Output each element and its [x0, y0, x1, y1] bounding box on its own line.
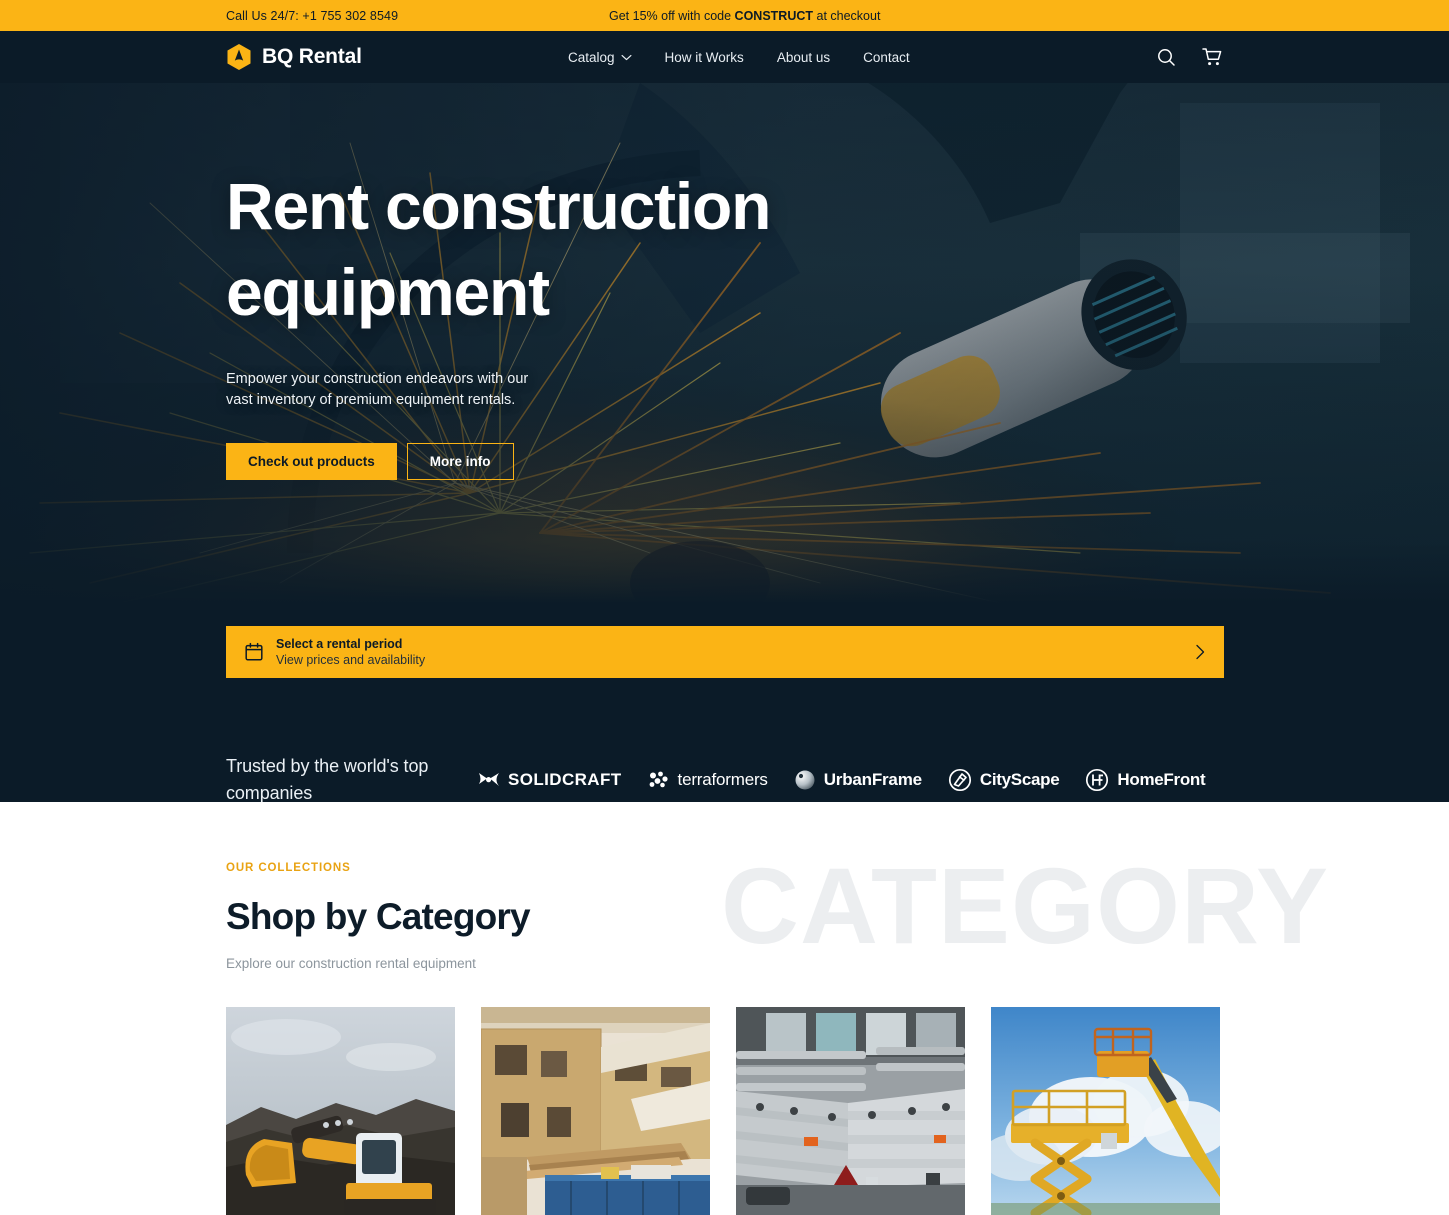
hero-content: Rent construction equipment Empower your …	[226, 83, 1226, 480]
hero-section: Rent construction equipment Empower your …	[0, 83, 1449, 802]
chevron-right-icon	[1196, 644, 1205, 660]
hero-title-line1: Rent construction	[226, 169, 771, 243]
site-header: BQ Rental Catalog How it Works About us …	[0, 31, 1449, 83]
category-watermark: CATEGORY	[720, 845, 1329, 966]
brand-name: BQ Rental	[262, 45, 362, 68]
collections-title: Shop by Category	[226, 896, 531, 937]
announcement-phone: Call Us 24/7: +1 755 302 8549	[226, 8, 399, 23]
hero-buttons: Check out products More info	[226, 443, 1226, 480]
excavator-category-card[interactable]	[226, 1007, 455, 1215]
rental-banner-title: Select a rental period	[276, 637, 403, 651]
main-nav: Catalog How it Works About us Contact	[568, 50, 910, 65]
partner-name-cityscape: CityScape	[979, 770, 1060, 789]
promo-prefix: Get 15% off with code	[609, 8, 735, 23]
trusted-by-label: Trusted by the world's top companies	[226, 756, 429, 802]
cart-icon[interactable]	[1202, 47, 1223, 67]
trailer-category-card[interactable]	[736, 1007, 965, 1215]
chevron-down-icon	[621, 54, 632, 60]
brand-logo[interactable]: BQ Rental	[226, 43, 362, 71]
partner-logos: SOLIDCRAFT terraformers UrbanFrame CityS…	[478, 768, 1206, 792]
partner-logo-solidcraft: SOLIDCRAFT	[478, 770, 622, 790]
search-icon[interactable]	[1156, 47, 1176, 67]
page-root: Call Us 24/7: +1 755 302 8549 Get 15% of…	[0, 0, 1449, 1215]
announcement-promo: Get 15% off with code CONSTRUCT at check…	[609, 9, 880, 23]
nav-label-how-it-works: How it Works	[664, 49, 744, 65]
collections-eyebrow: OUR COLLECTIONS	[226, 862, 351, 874]
collections-subtitle: Explore our construction rental equipmen…	[226, 956, 476, 971]
hero-title-line2: equipment	[226, 255, 550, 329]
rental-banner-subtitle: View prices and availability	[276, 653, 426, 667]
lift-category-card[interactable]	[991, 1007, 1220, 1215]
nav-item-about-us[interactable]: About us	[777, 50, 830, 65]
category-cards	[226, 1007, 1220, 1215]
promo-suffix: at checkout	[813, 8, 881, 23]
partner-logo-homefront: HomeFront	[1085, 768, 1206, 792]
nav-item-how-it-works[interactable]: How it Works	[665, 50, 744, 65]
trusted-by-section: Trusted by the world's top companies SOL…	[226, 753, 1206, 802]
partner-name-solidcraft: SOLIDCRAFT	[508, 770, 622, 789]
nav-label-contact: Contact	[863, 49, 910, 65]
solidcraft-mark-icon	[479, 773, 499, 786]
more-info-button[interactable]: More info	[406, 443, 514, 480]
header-actions	[1156, 47, 1223, 67]
rental-banner-texts: Select a rental period View prices and a…	[276, 637, 425, 667]
promo-code: CONSTRUCT	[734, 8, 814, 23]
homefront-mark-icon	[1086, 768, 1109, 792]
nav-item-contact[interactable]: Contact	[863, 50, 910, 65]
announcement-bar: Call Us 24/7: +1 755 302 8549 Get 15% of…	[0, 0, 1449, 31]
nav-item-catalog[interactable]: Catalog	[568, 50, 632, 65]
timber-framing-category-card[interactable]	[481, 1007, 710, 1215]
partner-name-homefront: HomeFront	[1117, 770, 1206, 789]
partner-name-urbanframe: UrbanFrame	[823, 770, 922, 789]
rental-period-banner[interactable]: Select a rental period View prices and a…	[226, 626, 1224, 678]
cityscape-mark-icon	[948, 768, 971, 792]
urbanframe-mark-icon	[795, 770, 815, 790]
calendar-icon	[245, 642, 263, 661]
nav-label-catalog: Catalog	[568, 49, 615, 65]
partner-logo-urbanframe: UrbanFrame	[794, 769, 922, 791]
check-out-products-button[interactable]: Check out products	[226, 443, 397, 480]
hexagon-logo-icon	[227, 44, 251, 70]
terraformers-mark-icon	[649, 771, 668, 788]
partner-logo-cityscape: CityScape	[948, 768, 1060, 792]
partner-logo-terraformers: terraformers	[648, 770, 768, 790]
nav-label-about-us: About us	[776, 49, 831, 65]
hero-title: Rent construction equipment	[226, 163, 846, 335]
partner-name-terraformers: terraformers	[677, 770, 768, 789]
hero-subtitle: Empower your construction endeavors with…	[226, 371, 529, 408]
collections-header: OUR COLLECTIONS Shop by Category Explore…	[226, 862, 531, 971]
